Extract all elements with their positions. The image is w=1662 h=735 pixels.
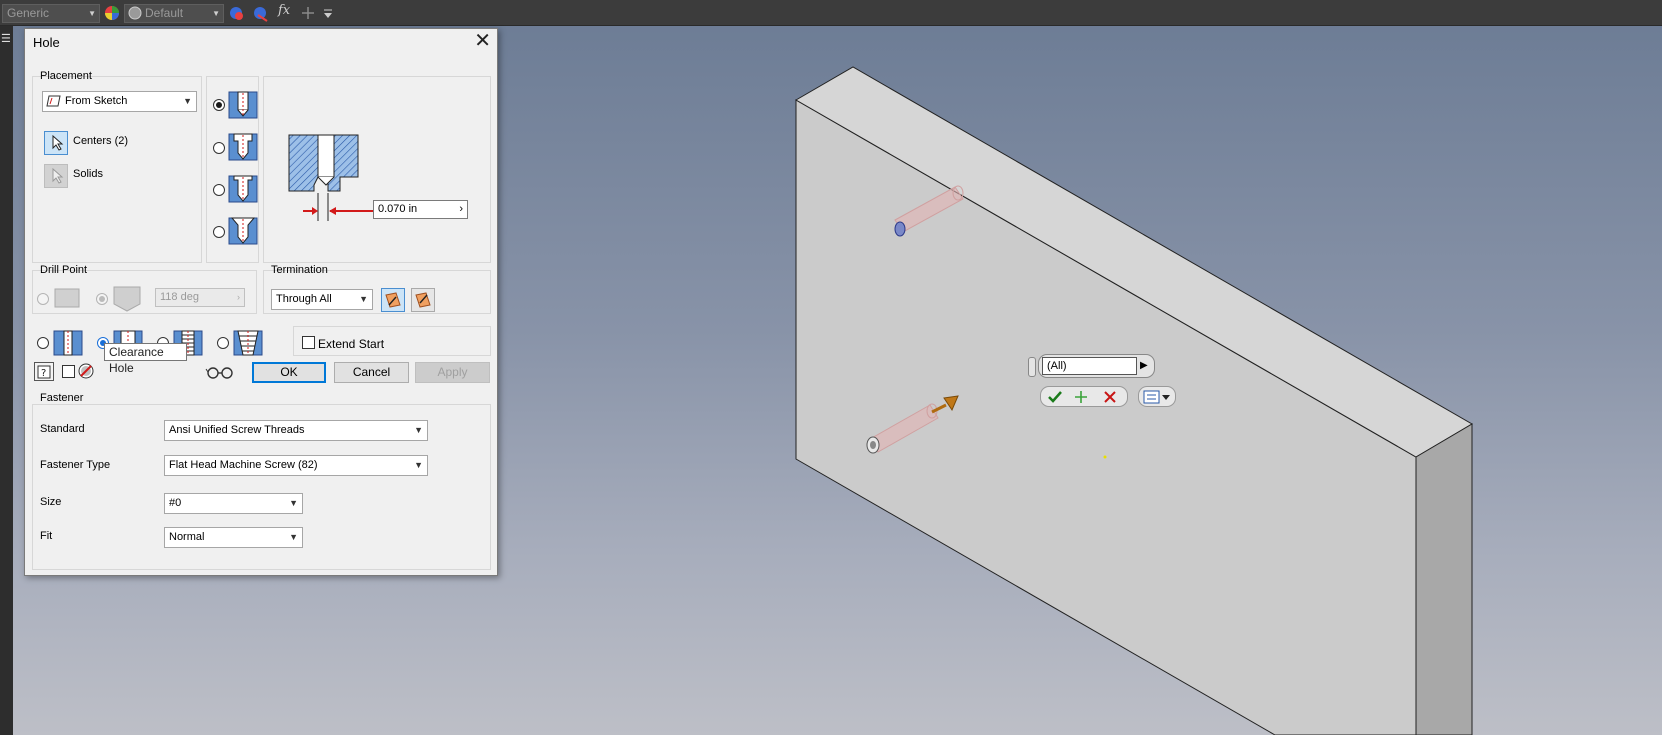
adjust-appearance-icon[interactable] [228,5,245,22]
angle-drill-icon [113,286,141,312]
chevron-down-icon: ▼ [414,425,423,435]
fastener-label: Fastener [40,392,84,404]
hole-cross-section-icon [288,134,378,221]
counterbore-hole-icon [228,133,258,161]
selection-filter-input[interactable]: (All) [1042,357,1137,375]
plate-side-face [1415,423,1473,735]
direction-1-icon [385,292,401,308]
drill-angle-radio[interactable] [96,293,108,305]
chevron-right-icon: › [237,292,240,302]
fx-parameters-icon[interactable]: fx [278,3,290,18]
termination-value: Through All [276,293,332,305]
drill-angle-value: 118 deg [160,291,199,303]
drill-flat-radio[interactable] [37,293,49,305]
appearance-value: Default [145,6,184,20]
taper-tapped-hole-type-icon [233,330,263,356]
hole-type-spotface-radio[interactable] [213,184,225,196]
size-combo[interactable]: #0 ▼ [164,493,303,514]
chevron-down-icon: ▼ [414,460,423,470]
hole-type-countersink-radio[interactable] [213,226,225,238]
placement-label: Placement [40,70,92,82]
plus-icon[interactable] [300,5,317,22]
color-wheel-icon[interactable] [104,5,121,22]
fastener-type-label: Fastener Type [40,459,111,471]
svg-text:?: ? [41,368,46,379]
hole-diameter-value: 0.070 in [378,203,418,215]
cancel-x-icon[interactable] [1101,389,1119,405]
preview-checkbox[interactable] [62,365,75,378]
tooltip-clearance-hole: Clearance Hole [104,343,187,375]
fit-value: Normal [169,531,205,543]
menu-icon[interactable]: ☰ [1,34,11,45]
simple-hole-icon [228,91,258,119]
customize-dropdown-icon[interactable] [322,5,339,22]
direction-2-icon [415,292,431,308]
extend-start-checkbox[interactable] [302,336,315,349]
chevron-down-icon: ▼ [289,532,298,542]
standard-combo[interactable]: Ansi Unified Screw Threads ▼ [164,420,428,441]
origin-point [1103,455,1107,459]
help-icon: ? [37,365,51,379]
flat-drill-icon [54,288,80,308]
chevron-down-icon: ▼ [289,498,298,508]
placement-type-value: From Sketch [65,95,128,107]
standard-value: Ansi Unified Screw Threads [169,424,305,436]
add-plus-icon[interactable] [1072,389,1090,405]
options-dropdown-icon[interactable] [1143,389,1173,405]
fastener-type-combo[interactable]: Flat Head Machine Screw (82) ▼ [164,455,428,476]
chevron-down-icon: ▼ [212,9,220,18]
hole-type-counterbore-radio[interactable] [213,142,225,154]
fit-combo[interactable]: Normal ▼ [164,527,303,548]
chevron-down-icon: ▼ [359,294,368,304]
sketch-icon [46,95,61,107]
sphere-icon [128,6,142,20]
material-combo[interactable]: Generic ▼ [2,4,100,23]
top-toolbar: Generic ▼ Default ▼ fx [0,0,1662,26]
centers-label: Centers (2) [73,135,129,147]
countersink-hole-icon [228,217,258,245]
dialog-title: Hole [33,35,60,50]
apply-check-icon[interactable] [1045,389,1065,405]
ok-button[interactable]: OK [252,362,326,383]
standard-label: Standard [40,423,85,435]
drill-angle-input[interactable]: 118 deg › [155,288,245,307]
material-value: Generic [7,6,50,20]
clear-appearance-icon[interactable] [252,5,269,22]
hole-type-simple-radio[interactable] [213,99,225,111]
fit-label: Fit [40,530,53,542]
cancel-button[interactable]: Cancel [334,362,409,383]
termination-combo[interactable]: Through All ▼ [271,289,373,310]
solids-label: Solids [73,168,103,180]
chevron-right-icon[interactable]: › [459,201,463,218]
termination-label: Termination [271,264,328,276]
glasses-icon[interactable] [205,365,235,379]
close-icon[interactable]: ✕ [474,31,491,51]
size-label: Size [40,496,62,508]
simple-hole-type-icon [53,330,83,356]
placement-type-combo[interactable]: From Sketch ▼ [42,91,197,112]
no-preview-icon [78,363,94,379]
apply-button[interactable]: Apply [415,362,490,383]
size-value: #0 [169,497,182,509]
extend-start-label: Extend Start [318,337,385,351]
hole-simple-radio[interactable] [37,337,49,349]
chevron-down-icon: ▼ [183,96,192,106]
hole-taper-tapped-radio[interactable] [217,337,229,349]
select-arrow-icon [52,168,64,184]
left-strip: ☰ [0,26,13,735]
mini-toolbar-grip[interactable] [1028,357,1036,377]
spotface-hole-icon [228,175,258,203]
selector-next-arrow[interactable]: ▶ [1140,359,1150,373]
fastener-type-value: Flat Head Machine Screw (82) [169,459,318,471]
chevron-down-icon: ▼ [88,9,96,18]
hole-diameter-input[interactable]: 0.070 in › [373,200,468,219]
drill-point-label: Drill Point [40,264,88,276]
plate-front-face [795,99,1417,735]
select-arrow-icon [52,135,64,151]
